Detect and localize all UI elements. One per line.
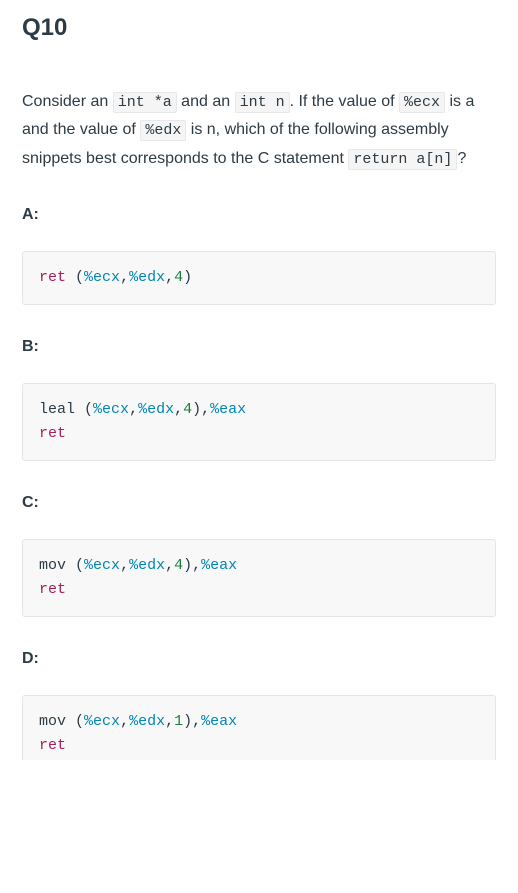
punct: , (192, 557, 201, 574)
punct: , (201, 401, 210, 418)
asm-instruction: leal (39, 401, 75, 418)
space (66, 269, 75, 286)
question-number: Q10 (22, 10, 496, 46)
punct: ) (183, 713, 192, 730)
punct: ( (75, 557, 84, 574)
text: . If the value of (290, 93, 399, 110)
number: 4 (174, 269, 183, 286)
inline-code: int n (235, 92, 290, 113)
asm-keyword: ret (39, 581, 66, 598)
inline-code: int *a (113, 92, 177, 113)
code-block-a: ret (%ecx,%edx,4) (22, 251, 496, 305)
punct: , (165, 557, 174, 574)
text: and an (177, 93, 235, 110)
space (66, 557, 75, 574)
number: 1 (174, 713, 183, 730)
number: 4 (174, 557, 183, 574)
code-block-b: leal (%ecx,%edx,4),%eax ret (22, 383, 496, 461)
punct: , (165, 269, 174, 286)
text: ? (457, 150, 466, 167)
register: %edx (129, 713, 165, 730)
punct: ( (84, 401, 93, 418)
punct: ) (183, 557, 192, 574)
register: %ecx (93, 401, 129, 418)
asm-instruction: mov (39, 713, 66, 730)
punct: ( (75, 269, 84, 286)
punct: , (165, 713, 174, 730)
register: %ecx (84, 269, 120, 286)
register: %ecx (84, 713, 120, 730)
punct: ( (75, 713, 84, 730)
register: %edx (129, 269, 165, 286)
asm-keyword: ret (39, 737, 66, 754)
register: %eax (210, 401, 246, 418)
punct: , (129, 401, 138, 418)
register: %ecx (84, 557, 120, 574)
space (75, 401, 84, 418)
punct: ) (192, 401, 201, 418)
punct: ) (183, 269, 192, 286)
inline-code: %ecx (399, 92, 445, 113)
option-label-b: B: (22, 335, 496, 359)
punct: , (120, 269, 129, 286)
punct: , (120, 713, 129, 730)
option-label-d: D: (22, 647, 496, 671)
code-block-d: mov (%ecx,%edx,1),%eax ret (22, 695, 496, 760)
code-block-c: mov (%ecx,%edx,4),%eax ret (22, 539, 496, 617)
space (66, 713, 75, 730)
register: %edx (129, 557, 165, 574)
inline-code: %edx (140, 120, 186, 141)
punct: , (174, 401, 183, 418)
asm-keyword: ret (39, 425, 66, 442)
question-text: Consider an int *a and an int n. If the … (22, 88, 496, 173)
option-label-a: A: (22, 203, 496, 227)
register: %eax (201, 713, 237, 730)
register: %edx (138, 401, 174, 418)
option-label-c: C: (22, 491, 496, 515)
register: %eax (201, 557, 237, 574)
number: 4 (183, 401, 192, 418)
asm-keyword: ret (39, 269, 66, 286)
text: Consider an (22, 93, 113, 110)
inline-code: return a[n] (348, 149, 457, 170)
punct: , (120, 557, 129, 574)
punct: , (192, 713, 201, 730)
asm-instruction: mov (39, 557, 66, 574)
